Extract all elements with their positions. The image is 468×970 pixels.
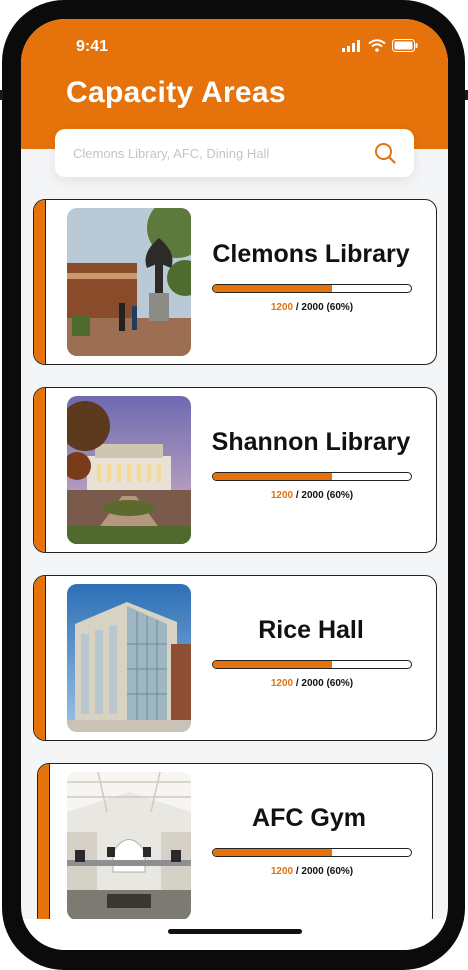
capacity-total: / 2000 (60%) xyxy=(293,866,354,877)
signal-icon xyxy=(342,39,360,52)
search-bar[interactable] xyxy=(55,129,414,177)
capacity-current: 1200 xyxy=(270,866,294,877)
side-button xyxy=(0,90,3,100)
capacity-current: 1200 xyxy=(270,490,294,501)
capacity-current: 1200 xyxy=(270,302,294,313)
card-accent xyxy=(34,388,46,552)
area-name: AFC Gym xyxy=(252,804,366,832)
page-title: Capacity Areas xyxy=(66,76,286,109)
capacity-text: 1200 / 2000 (60%) xyxy=(212,302,412,313)
glass-building-photo xyxy=(67,584,191,732)
capacity-total: / 2000 (60%) xyxy=(293,302,354,313)
gym-interior-photo xyxy=(67,772,191,920)
capacity-total: / 2000 (60%) xyxy=(293,490,354,501)
capacity-bar xyxy=(212,284,412,293)
home-indicator[interactable] xyxy=(168,929,302,934)
area-card[interactable]: Clemons Library 1200 / 2000 (60%) xyxy=(33,199,437,365)
capacity-bar xyxy=(212,848,412,857)
library-courtyard-photo xyxy=(67,396,191,544)
bottom-bar xyxy=(21,919,448,950)
status-time: 9:41 xyxy=(76,38,109,55)
capacity-bar xyxy=(212,660,412,669)
card-accent xyxy=(34,576,46,740)
area-card[interactable]: Shannon Library 1200 / 2000 (60%) xyxy=(33,387,437,553)
area-card[interactable]: Rice Hall 1200 / 2000 (60%) xyxy=(33,575,437,741)
wifi-icon xyxy=(368,39,386,52)
status-icons xyxy=(342,39,418,52)
capacity-bar xyxy=(212,472,412,481)
capacity-text: 1200 / 2000 (60%) xyxy=(212,678,412,689)
search-icon[interactable] xyxy=(374,142,396,164)
app-screen: 9:41 Capacity Areas Clemons Library, AFC… xyxy=(21,19,448,950)
area-card[interactable]: AFC Gym 1200 / 2000 (60%) xyxy=(37,763,433,929)
card-accent xyxy=(38,764,50,928)
area-name: Clemons Library xyxy=(212,240,410,268)
capacity-total: / 2000 (60%) xyxy=(293,678,354,689)
capacity-current: 1200 xyxy=(270,678,294,689)
library-statue-photo xyxy=(67,208,191,356)
capacity-text: 1200 / 2000 (60%) xyxy=(212,490,412,501)
search-input[interactable] xyxy=(73,145,363,161)
battery-icon xyxy=(392,39,418,52)
area-name: Rice Hall xyxy=(258,616,364,644)
card-accent xyxy=(34,200,46,364)
capacity-text: 1200 / 2000 (60%) xyxy=(212,866,412,877)
area-name: Shannon Library xyxy=(211,428,411,456)
